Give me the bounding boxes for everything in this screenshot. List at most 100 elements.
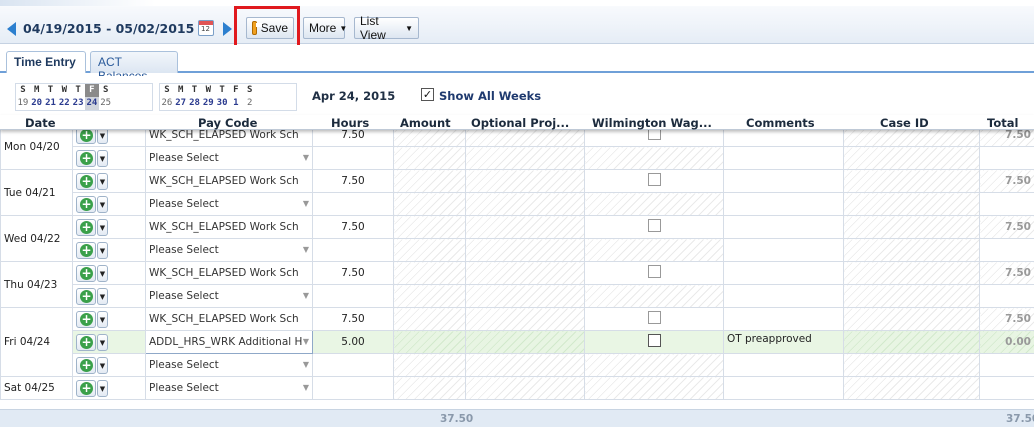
day-cell[interactable]: 30 [215, 97, 229, 110]
add-entry-icon[interactable] [76, 356, 96, 374]
pay-code-select[interactable]: Please Select ▼ [145, 238, 313, 262]
add-entry-icon[interactable] [76, 379, 96, 397]
chevron-down-icon[interactable]: ▼ [97, 241, 108, 259]
wilmington-wage-checkbox[interactable] [647, 265, 661, 278]
comments-cell[interactable] [723, 376, 844, 400]
comments-cell[interactable] [723, 353, 844, 377]
show-all-weeks-label[interactable]: Show All Weeks [439, 89, 541, 103]
hours-cell[interactable] [312, 376, 394, 400]
chevron-down-icon[interactable]: ▼ [97, 333, 108, 351]
comments-cell[interactable] [723, 192, 844, 216]
day-cell[interactable]: 23 [71, 97, 85, 110]
wilmington-wage-checkbox[interactable] [647, 334, 661, 347]
comments-cell[interactable] [723, 238, 844, 262]
column-header-case-id[interactable]: Case ID [880, 116, 929, 130]
column-header-date[interactable]: Date [25, 116, 56, 130]
chevron-down-icon[interactable]: ▼ [97, 149, 108, 167]
add-entry-icon[interactable] [76, 172, 96, 190]
day-cell[interactable]: 1 [229, 97, 243, 110]
day-cell-selected[interactable]: 24 [84, 97, 99, 110]
pay-code-select[interactable]: ADDL_HRS_WRK Additional H ▼ [145, 330, 313, 354]
hours-cell[interactable]: 7.50 [312, 261, 394, 285]
pay-code-cell[interactable]: WK_SCH_ELAPSED Work Sch [145, 169, 313, 193]
add-entry-icon[interactable] [76, 310, 96, 328]
next-period-arrow-icon[interactable] [223, 22, 232, 36]
pay-code-value: ADDL_HRS_WRK Additional H [149, 336, 303, 348]
day-cell[interactable]: 26 [160, 97, 174, 110]
add-entry-icon[interactable] [76, 333, 96, 351]
comments-cell[interactable]: OT preapproved [723, 330, 844, 354]
hours-cell[interactable]: 7.50 [312, 215, 394, 239]
pay-code-select[interactable]: Please Select ▼ [145, 376, 313, 400]
hours-cell[interactable]: 5.00 [312, 330, 394, 354]
calendar-icon[interactable]: 12 [198, 20, 214, 36]
day-cell[interactable]: 21 [44, 97, 58, 110]
amount-cell [393, 307, 466, 331]
pay-code-cell[interactable]: WK_SCH_ELAPSED Work Sch [145, 261, 313, 285]
column-header-amount[interactable]: Amount [400, 116, 451, 130]
comments-cell[interactable] [723, 284, 844, 308]
day-cell[interactable]: 19 [16, 97, 30, 110]
add-entry-icon[interactable] [76, 218, 96, 236]
mini-calendar-week-1[interactable]: S M T W T F S 19 20 21 22 23 24 25 [15, 83, 153, 111]
pay-code-select[interactable]: Please Select ▼ [145, 146, 313, 170]
day-cell[interactable]: 28 [188, 97, 202, 110]
hours-cell[interactable] [312, 146, 394, 170]
list-view-button[interactable]: List View ▼ [354, 14, 419, 42]
pay-code-cell[interactable]: WK_SCH_ELAPSED Work Sch [145, 215, 313, 239]
add-entry-icon[interactable] [76, 264, 96, 282]
add-entry-icon[interactable] [76, 287, 96, 305]
comments-cell[interactable] [723, 307, 844, 331]
add-entry-icon[interactable] [76, 195, 96, 213]
chevron-down-icon[interactable]: ▼ [97, 287, 108, 305]
pay-code-select[interactable]: Please Select ▼ [145, 284, 313, 308]
chevron-down-icon[interactable]: ▼ [97, 172, 108, 190]
pay-code-cell[interactable]: WK_SCH_ELAPSED Work Sch [145, 307, 313, 331]
wilmington-wage-cell [584, 307, 724, 331]
wilmington-wage-cell [584, 261, 724, 285]
hours-cell[interactable] [312, 284, 394, 308]
hours-cell[interactable]: 7.50 [312, 169, 394, 193]
hours-cell[interactable] [312, 238, 394, 262]
column-header-pay-code[interactable]: Pay Code [198, 116, 257, 130]
mini-calendar-week-2[interactable]: S M T W T F S 26 27 28 29 30 1 2 [159, 83, 297, 111]
pay-code-select[interactable]: Please Select ▼ [145, 192, 313, 216]
add-entry-icon[interactable] [76, 241, 96, 259]
tab-act-balances[interactable]: ACT Balances [90, 51, 178, 83]
chevron-down-icon[interactable]: ▼ [97, 356, 108, 374]
case-id-cell [843, 192, 980, 216]
chevron-down-icon[interactable]: ▼ [97, 195, 108, 213]
chevron-down-icon[interactable]: ▼ [97, 218, 108, 236]
hours-cell[interactable]: 7.50 [312, 307, 394, 331]
day-cell[interactable]: 29 [201, 97, 215, 110]
tab-time-entry[interactable]: Time Entry [6, 51, 86, 73]
chevron-down-icon[interactable]: ▼ [97, 310, 108, 328]
hours-cell[interactable] [312, 192, 394, 216]
comments-cell[interactable] [723, 215, 844, 239]
wilmington-wage-checkbox[interactable] [647, 173, 661, 186]
day-cell[interactable]: 2 [243, 97, 257, 110]
chevron-down-icon[interactable]: ▼ [97, 264, 108, 282]
more-button[interactable]: More ▼ [303, 17, 347, 39]
column-header-total[interactable]: Total [987, 116, 1018, 130]
add-entry-icon[interactable] [76, 149, 96, 167]
column-header-wilmington-wage[interactable]: Wilmington Wag... [592, 116, 712, 130]
day-cell[interactable]: 20 [30, 97, 44, 110]
hours-cell[interactable] [312, 353, 394, 377]
wilmington-wage-checkbox[interactable] [647, 219, 661, 232]
pay-code-select[interactable]: Please Select ▼ [145, 353, 313, 377]
show-all-weeks-checkbox[interactable]: ✓ [421, 88, 434, 101]
column-header-hours[interactable]: Hours [331, 116, 369, 130]
column-header-comments[interactable]: Comments [746, 116, 815, 130]
comments-cell[interactable] [723, 169, 844, 193]
comments-cell[interactable] [723, 261, 844, 285]
day-cell[interactable]: 22 [57, 97, 71, 110]
wilmington-wage-checkbox[interactable] [647, 311, 661, 324]
column-header-optional-project[interactable]: Optional Proj... [471, 116, 569, 130]
previous-period-arrow-icon[interactable] [7, 22, 16, 36]
table-row: ▼ Please Select ▼ [1, 284, 1034, 308]
chevron-down-icon[interactable]: ▼ [97, 379, 108, 397]
comments-cell[interactable] [723, 146, 844, 170]
day-cell[interactable]: 25 [99, 97, 113, 110]
day-cell[interactable]: 27 [174, 97, 188, 110]
